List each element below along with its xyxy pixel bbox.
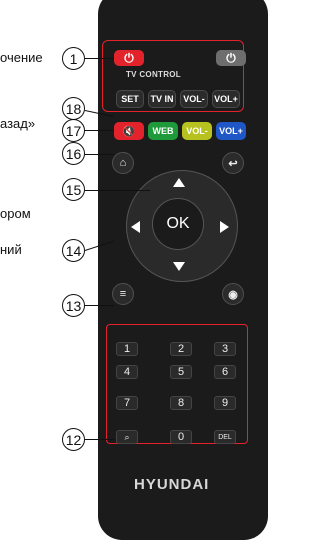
callout-13: 13 (62, 294, 85, 317)
callout-17: 17 (62, 119, 85, 142)
label-back: азад» (0, 116, 36, 131)
callout-12: 12 (62, 428, 85, 451)
home-icon: ⌂ (119, 157, 127, 169)
brand-logo: HYUNDAI (134, 476, 210, 493)
ok-button[interactable]: OK (152, 198, 204, 250)
tv-vol-down-button[interactable]: VOL- (180, 90, 208, 108)
menu-button[interactable]: ≡ (112, 283, 134, 305)
dpad-left-arrow[interactable] (131, 221, 140, 233)
callout-12-leader (85, 439, 114, 441)
callout-16: 16 (62, 142, 85, 165)
digit-4-button[interactable]: 4 (116, 365, 138, 379)
tv-control-title: TV CONTROL (126, 70, 181, 79)
vol-up-button[interactable]: VOL+ (216, 122, 246, 140)
search-button[interactable]: ⌕ (116, 430, 138, 444)
callout-1: 1 (62, 47, 85, 70)
search-icon: ⌕ (124, 431, 130, 442)
menu-icon: ≡ (119, 288, 127, 300)
label-select: ором (0, 206, 31, 221)
mouse-button[interactable]: ◉ (222, 283, 244, 305)
tv-power-button[interactable]: ⏻ (216, 50, 246, 66)
callout-14: 14 (62, 239, 85, 262)
mouse-icon: ◉ (228, 288, 238, 301)
set-button[interactable]: SET (116, 90, 144, 108)
power-icon: ⏻ (226, 50, 236, 65)
digit-9-button[interactable]: 9 (214, 396, 236, 410)
digit-7-button[interactable]: 7 (116, 396, 138, 410)
mute-button[interactable]: 🔇 (114, 122, 144, 140)
web-button[interactable]: WEB (148, 122, 178, 140)
dpad-down-arrow[interactable] (173, 262, 185, 271)
callout-16-leader (85, 154, 114, 156)
dpad-up-arrow[interactable] (173, 178, 185, 187)
callout-18: 18 (62, 97, 85, 120)
power-button[interactable]: ⏻ (114, 50, 144, 66)
tv-in-button[interactable]: TV IN (148, 90, 176, 108)
digit-1-button[interactable]: 1 (116, 342, 138, 356)
home-button[interactable]: ⌂ (112, 152, 134, 174)
digit-6-button[interactable]: 6 (214, 365, 236, 379)
digit-8-button[interactable]: 8 (170, 396, 192, 410)
callout-17-leader (85, 130, 114, 132)
callout-15-leader (85, 190, 150, 192)
remote-control-body: ⏻ ⏻ TV CONTROL SET TV IN VOL- VOL+ 🔇 WEB… (98, 0, 268, 540)
dpad-right-arrow[interactable] (220, 221, 229, 233)
mute-icon: 🔇 (122, 125, 136, 138)
vol-down-button[interactable]: VOL- (182, 122, 212, 140)
digit-5-button[interactable]: 5 (170, 365, 192, 379)
power-icon: ⏻ (124, 50, 134, 65)
back-icon: ↩ (228, 157, 238, 170)
callout-1-leader (85, 58, 114, 60)
label-power: очение (0, 50, 43, 65)
tv-vol-up-button[interactable]: VOL+ (212, 90, 240, 108)
label-menu: ний (0, 242, 22, 257)
digit-2-button[interactable]: 2 (170, 342, 192, 356)
digit-0-button[interactable]: 0 (170, 430, 192, 444)
back-button[interactable]: ↩ (222, 152, 244, 174)
callout-15: 15 (62, 178, 85, 201)
digit-3-button[interactable]: 3 (214, 342, 236, 356)
delete-button[interactable]: DEL (214, 430, 236, 444)
callout-13-leader (85, 305, 114, 307)
